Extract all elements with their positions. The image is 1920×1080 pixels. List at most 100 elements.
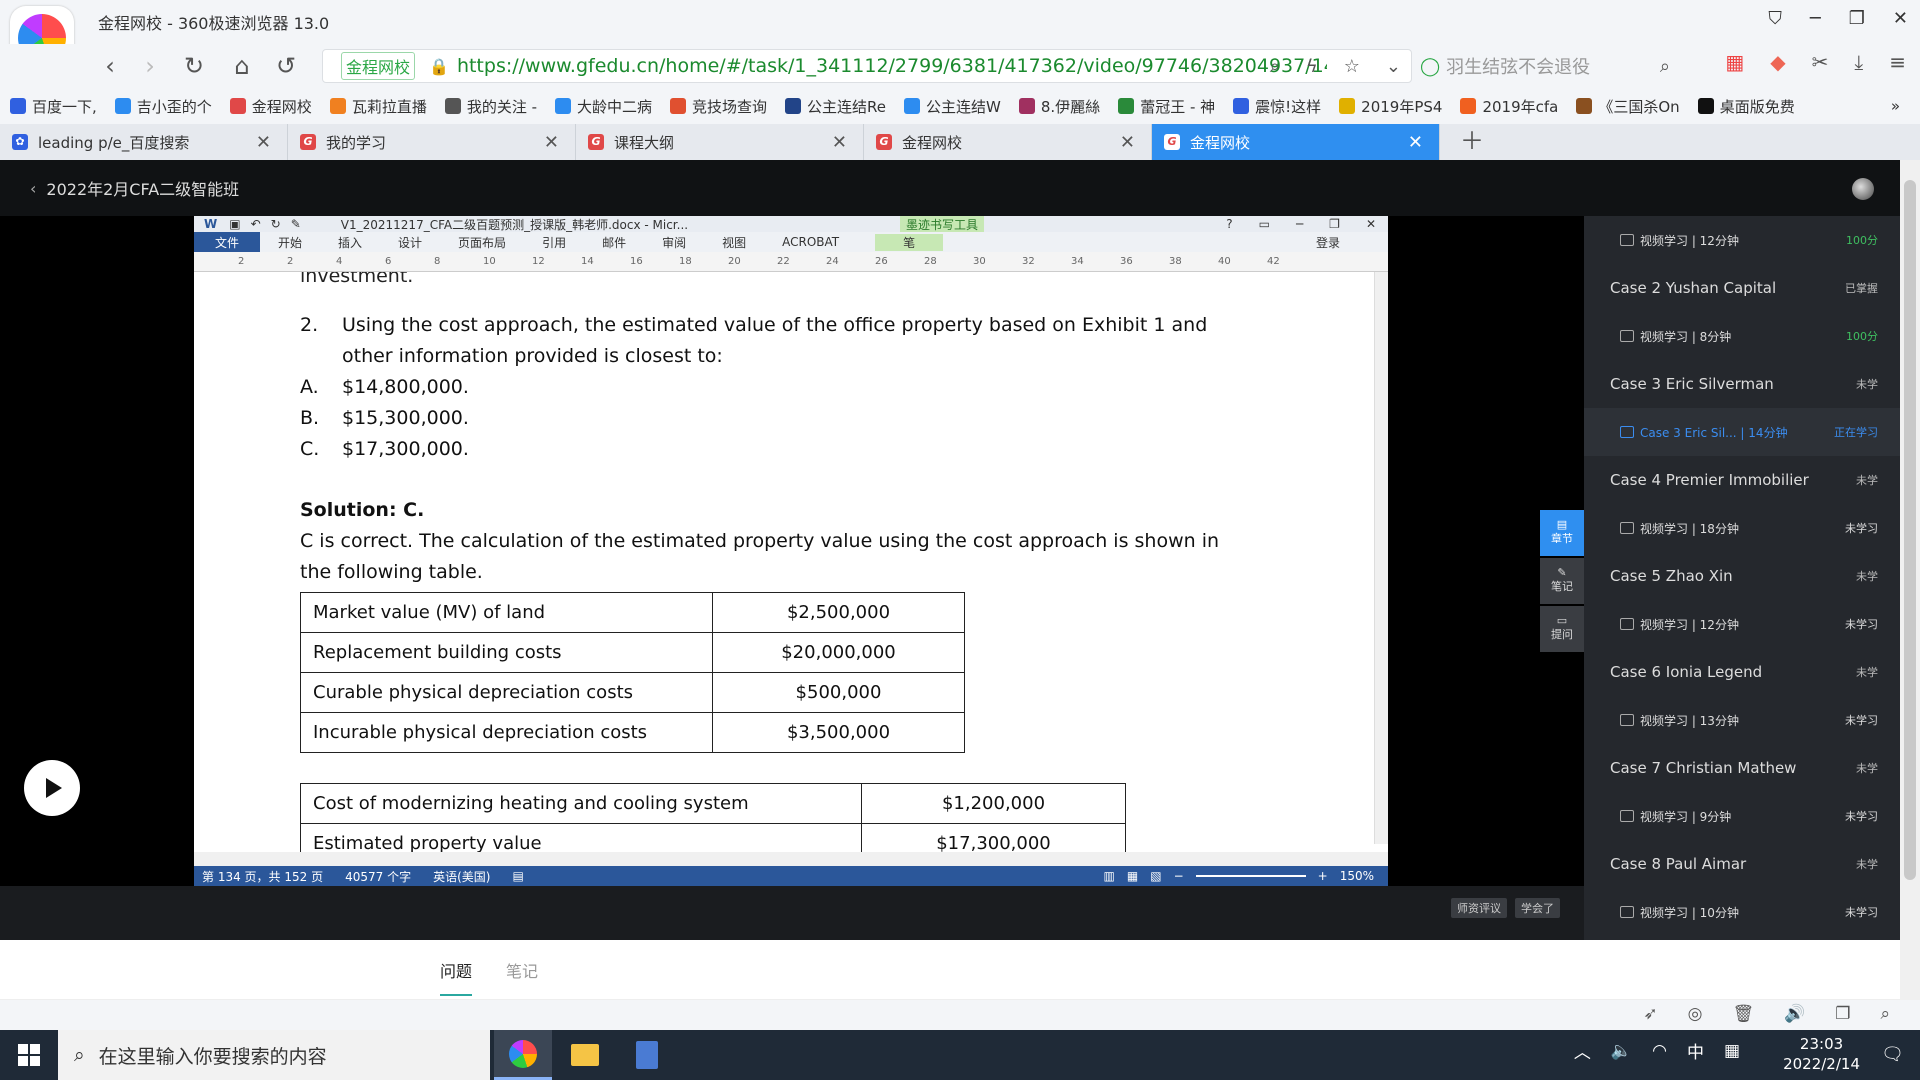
minimize-button[interactable]: ─ [1810, 8, 1821, 29]
close-icon[interactable]: ✕ [1408, 132, 1423, 153]
bookmark-item[interactable]: 公主连结W [904, 96, 1001, 117]
close-icon[interactable]: ✕ [1120, 132, 1135, 153]
bookmark-item[interactable]: 大龄中二病 [555, 96, 652, 117]
window-icon[interactable]: ❐ [1835, 1004, 1850, 1024]
video-item[interactable]: 视频学习 | 12分钟 未学习 [1584, 600, 1900, 648]
bookmark-item[interactable]: 我的关注 - [444, 96, 537, 117]
bookmark-item[interactable]: 公主连结Re [785, 96, 886, 117]
case-item[interactable]: Case 4 Premier Immobilier 未学 [1584, 456, 1900, 504]
search-icon[interactable]: ⌕ [1660, 56, 1670, 77]
menu-home[interactable]: 开始 [278, 234, 302, 251]
zoom-out-icon[interactable]: − [1174, 869, 1184, 883]
help-icon[interactable]: ? [1226, 217, 1232, 231]
bookmark-item[interactable]: 2019年PS4 [1339, 96, 1442, 117]
wifi-icon[interactable]: ◠ [1652, 1041, 1667, 1061]
bookmark-item[interactable]: 8.伊麗絲 [1018, 96, 1100, 117]
close-icon[interactable]: ✕ [832, 132, 847, 153]
ribbon-icon[interactable]: ▭ [1259, 217, 1270, 231]
case-item[interactable]: Case 7 Christian Mathew 未学 [1584, 744, 1900, 792]
side-tab-questions[interactable]: ▭ 提问 [1540, 606, 1584, 652]
page-scrollbar[interactable] [1900, 160, 1920, 1000]
case-item[interactable]: Case 3 Eric Silverman 未学 [1584, 360, 1900, 408]
bookmark-item[interactable]: 2019年cfa [1460, 96, 1558, 117]
back-icon[interactable]: ‹ [94, 50, 126, 82]
bookmark-item[interactable]: 桌面版免费 [1697, 96, 1795, 117]
video-item[interactable]: 视频学习 | 18分钟 未学习 [1584, 504, 1900, 552]
ime-indicator[interactable]: 中 [1687, 1038, 1704, 1063]
video-item[interactable]: 视频学习 | 8分钟 100分 [1584, 312, 1900, 360]
address-bar[interactable]: 金程网校 🔒 https://www.gfedu.cn/home/#/task/… [322, 49, 1412, 83]
zoom-icon[interactable]: ⌕ [1270, 56, 1280, 77]
undo-close-icon[interactable]: ↺ [270, 50, 302, 82]
search-box[interactable]: ◯ 羽生结弦不会退役 ⌕ [1410, 49, 1670, 83]
browser-taskbar-icon[interactable] [494, 1030, 552, 1080]
restore-button[interactable]: ❐ [1849, 8, 1865, 29]
bookmark-item[interactable]: 金程网校 [229, 96, 312, 117]
new-tab-button[interactable]: ＋ [1460, 124, 1484, 160]
case-item[interactable]: Case 8 Paul Aimar 未学 [1584, 840, 1900, 888]
download-icon[interactable]: ⤓ [1854, 50, 1863, 74]
chevron-up-icon[interactable]: ︿ [1574, 1038, 1591, 1063]
menu-view[interactable]: 视图 [722, 234, 746, 251]
windows-start-icon[interactable] [18, 1044, 40, 1066]
restore-button[interactable]: ❐ [1329, 217, 1340, 231]
extension-icon[interactable]: ◆ [1770, 50, 1785, 74]
star-icon[interactable]: ☆ [1344, 56, 1360, 77]
learned-button[interactable]: 学会了 [1515, 898, 1560, 918]
menu-icon[interactable]: ≡ [1889, 50, 1906, 74]
menu-file[interactable]: 文件 [194, 232, 260, 252]
notification-icon[interactable]: 🗨 [1881, 1044, 1904, 1065]
video-item[interactable]: 视频学习 | 12分钟 100分 [1584, 216, 1900, 264]
skin-icon[interactable]: ⛉ [1768, 8, 1782, 29]
taskbar-search-input[interactable]: 在这里输入你要搜索的内容 [99, 1042, 327, 1069]
menu-design[interactable]: 设计 [398, 234, 422, 251]
rocket-icon[interactable]: ➶ [1643, 1004, 1657, 1024]
tab-questions[interactable]: 问题 [440, 958, 473, 996]
tab-gfedu[interactable]: G 金程网校 ✕ [864, 124, 1152, 160]
video-item[interactable]: Case 3 Eric Sil... | 14分钟 正在学习 [1584, 408, 1900, 456]
scrollbar-thumb[interactable] [1904, 180, 1916, 880]
case-item[interactable]: Case 6 Ionia Legend 未学 [1584, 648, 1900, 696]
print-layout-icon[interactable]: ▦ [1127, 869, 1138, 883]
back-icon[interactable]: ‹ [30, 179, 36, 198]
menu-insert[interactable]: 插入 [338, 234, 362, 251]
volume-icon[interactable]: 🔈 [1611, 1041, 1632, 1061]
trash-icon[interactable]: 🗑 [1732, 1004, 1754, 1024]
side-tab-notes[interactable]: ✎ 笔记 [1540, 558, 1584, 604]
apps-icon[interactable]: ▦ [1725, 50, 1744, 74]
menu-review[interactable]: 审阅 [662, 234, 686, 251]
menu-pen[interactable]: 笔 [875, 233, 944, 251]
close-button[interactable]: ✕ [1893, 8, 1908, 29]
login-link[interactable]: 登录 [1316, 234, 1340, 251]
undo-icon[interactable]: ↶ [251, 217, 261, 231]
menu-layout[interactable]: 页面布局 [458, 234, 506, 251]
clock[interactable]: 23:03 2022/2/14 [1783, 1034, 1860, 1074]
minimize-button[interactable]: ─ [1296, 217, 1303, 231]
tab-syllabus[interactable]: G 课程大纲 ✕ [576, 124, 864, 160]
url-text[interactable]: https://www.gfedu.cn/home/#/task/1_34111… [457, 55, 1327, 77]
document-horizontal-scrollbar[interactable] [194, 852, 1388, 866]
zoom-slider[interactable] [1195, 875, 1306, 877]
read-mode-icon[interactable]: ▥ [1104, 869, 1115, 883]
close-icon[interactable]: ✕ [256, 132, 271, 153]
play-button[interactable] [24, 760, 80, 816]
reload-icon[interactable]: ↻ [178, 50, 210, 82]
bookmark-item[interactable]: 瓦莉拉直播 [329, 96, 427, 117]
tab-my-study[interactable]: G 我的学习 ✕ [288, 124, 576, 160]
calculator-icon[interactable] [618, 1030, 676, 1080]
sound-icon[interactable]: 🔊 [1784, 1004, 1805, 1024]
video-item[interactable]: 视频学习 | 13分钟 未学习 [1584, 696, 1900, 744]
zoom-in-icon[interactable]: + [1318, 869, 1328, 883]
bookmark-item[interactable]: 百度一下, [10, 96, 97, 117]
close-icon[interactable]: ✕ [544, 132, 559, 153]
avatar[interactable] [1852, 178, 1874, 200]
save-icon[interactable]: ▣ [229, 217, 240, 231]
web-layout-icon[interactable]: ▧ [1150, 869, 1161, 883]
speed-icon[interactable]: ◎ [1688, 1004, 1703, 1024]
tab-gfedu-active[interactable]: G 金程网校 ✕ [1152, 124, 1440, 160]
bookmarks-more-icon[interactable]: » [1891, 97, 1900, 115]
pen-icon[interactable]: ✎ [291, 217, 301, 231]
video-item[interactable]: 视频学习 | 10分钟 未学习 [1584, 888, 1900, 936]
macro-icon[interactable]: ▤ [512, 869, 523, 883]
forward-icon[interactable]: › [134, 50, 166, 82]
